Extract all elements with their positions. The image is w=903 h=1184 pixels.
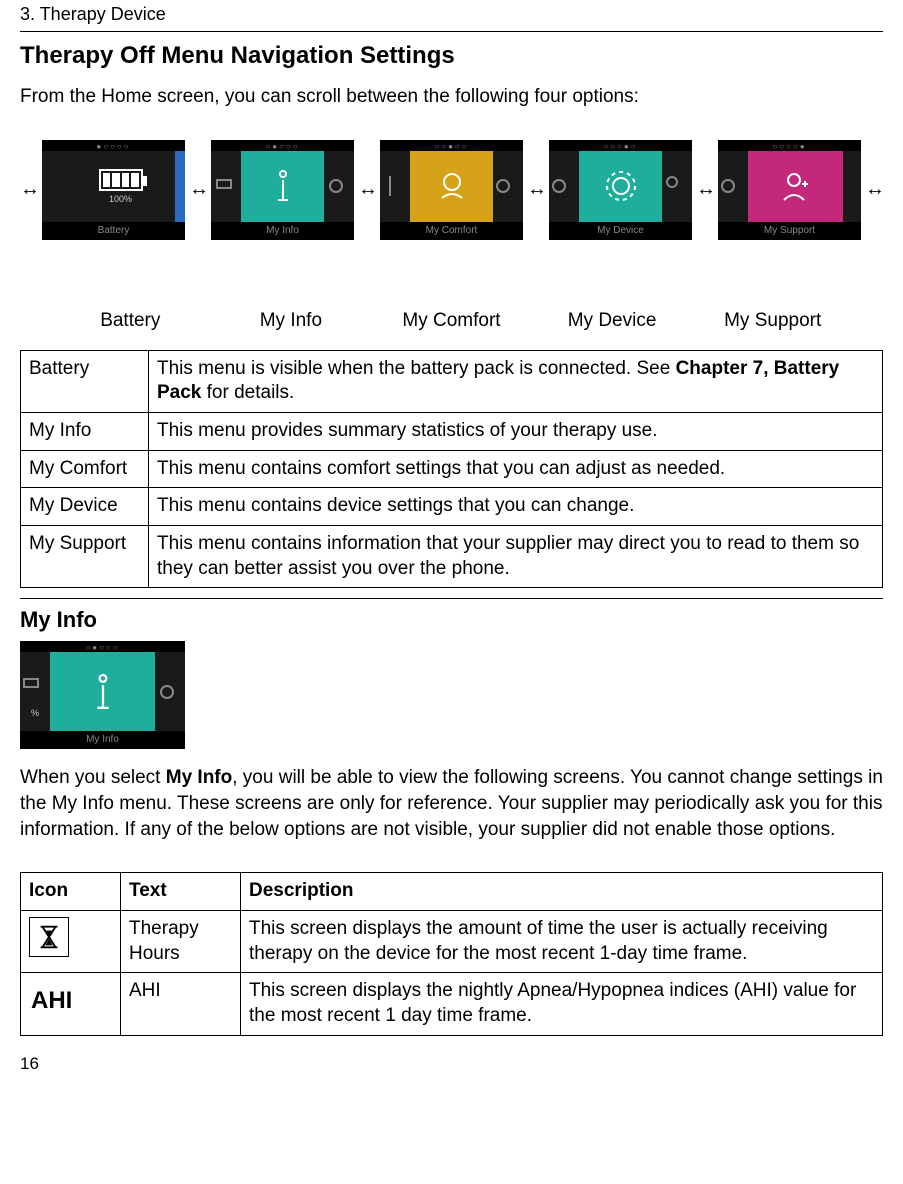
screen-battery: ●○○○○ 100% Battery <box>42 140 185 240</box>
info-peek-icon <box>380 166 410 206</box>
table-row: My Support This menu contains informatio… <box>21 526 883 588</box>
battery-percent: 100% <box>109 194 132 204</box>
cell-name: My Device <box>21 488 149 526</box>
page-dots: ○●○○○ <box>211 140 354 151</box>
page-dots: ●○○○○ <box>42 140 185 151</box>
page-dots: ○○○●○ <box>549 140 692 151</box>
th-icon: Icon <box>21 873 121 911</box>
screen-label-battery: Battery <box>42 222 185 240</box>
page-dots: ○○●○○ <box>380 140 523 151</box>
table-row: Therapy Hours This screen displays the a… <box>21 911 883 973</box>
cell-text: Therapy Hours <box>121 911 241 973</box>
cell-text: AHI <box>121 973 241 1035</box>
arrow-icon: ↔ <box>696 178 714 201</box>
screen-label-myinfo-small: My Info <box>20 731 185 749</box>
my-info-small-screen: ○●○○○ % My Info <box>20 641 185 749</box>
chapter-header: 3. Therapy Device <box>20 0 883 32</box>
table-row: My Info This menu provides summary stati… <box>21 413 883 451</box>
small-pct: % <box>31 708 39 718</box>
screens-row: ↔ ●○○○○ 100% Battery ↔ ○●○○○ <box>20 140 883 240</box>
screen-label-mycomfort: My Comfort <box>380 222 523 240</box>
intro-text: From the Home screen, you can scroll bet… <box>20 84 883 110</box>
info-icon <box>86 669 120 715</box>
screen-my-device: ○○○●○ My Device <box>549 140 692 240</box>
arrow-icon: ↔ <box>358 178 376 201</box>
comfort-peek-icon <box>155 672 185 712</box>
gear-icon <box>601 166 641 206</box>
page-dots: ○○○○● <box>718 140 861 151</box>
table-row: Battery This menu is visible when the ba… <box>21 350 883 412</box>
page-dots: ○●○○○ <box>20 641 185 652</box>
table-row: My Device This menu contains device sett… <box>21 488 883 526</box>
cell-name: My Support <box>21 526 149 588</box>
table-header-row: Icon Text Description <box>21 873 883 911</box>
page-number: 16 <box>20 1054 883 1074</box>
comfort-peek-icon <box>324 166 354 206</box>
caption-my-device: My Device <box>532 310 693 332</box>
caption-labels-row: Battery My Info My Comfort My Device My … <box>50 310 853 332</box>
cell-desc: This screen displays the amount of time … <box>241 911 883 973</box>
hourglass-icon <box>29 917 69 957</box>
arrow-icon: ↔ <box>527 178 545 201</box>
battery-icon <box>99 169 143 191</box>
cell-desc: This menu contains comfort settings that… <box>149 450 883 488</box>
caption-battery: Battery <box>50 310 211 332</box>
caption-my-support: My Support <box>692 310 853 332</box>
my-info-paragraph: When you select My Info, you will be abl… <box>20 765 883 842</box>
caption-my-info: My Info <box>211 310 372 332</box>
cell-name: My Comfort <box>21 450 149 488</box>
cell-desc: This menu contains device settings that … <box>149 488 883 526</box>
caption-my-comfort: My Comfort <box>371 310 532 332</box>
arrow-icon: ↔ <box>189 178 207 201</box>
cell-icon: AHI <box>21 973 121 1035</box>
cell-name: My Info <box>21 413 149 451</box>
th-text: Text <box>121 873 241 911</box>
screen-my-info: ○●○○○ My Info <box>211 140 354 240</box>
comfort-icon <box>432 166 472 206</box>
table-row: AHI AHI This screen displays the nightly… <box>21 973 883 1035</box>
arrow-icon: ↔ <box>865 178 883 201</box>
my-info-heading: My Info <box>20 607 883 633</box>
screen-my-support: ○○○○● My Support <box>718 140 861 240</box>
table-row: My Comfort This menu contains comfort se… <box>21 450 883 488</box>
screen-my-comfort: ○○●○○ My Comfort <box>380 140 523 240</box>
battery-small-icon <box>211 166 241 206</box>
menu-description-table: Battery This menu is visible when the ba… <box>20 350 883 589</box>
arrow-icon: ↔ <box>20 178 38 201</box>
screen-label-myinfo: My Info <box>211 222 354 240</box>
comfort-peek-icon <box>549 166 579 206</box>
info-icon <box>268 166 298 206</box>
cell-desc: This menu is visible when the battery pa… <box>149 350 883 412</box>
battery-small-icon <box>20 665 50 705</box>
cell-name: Battery <box>21 350 149 412</box>
cell-desc: This screen displays the nightly Apnea/H… <box>241 973 883 1035</box>
cell-desc: This menu contains information that your… <box>149 526 883 588</box>
screen-label-mysupport: My Support <box>718 222 861 240</box>
cell-desc: This menu provides summary statistics of… <box>149 413 883 451</box>
screen-label-mydevice: My Device <box>549 222 692 240</box>
icons-table: Icon Text Description Therapy Hours This… <box>20 872 883 1035</box>
device-peek-icon <box>493 166 523 206</box>
cell-icon <box>21 911 121 973</box>
support-peek-icon <box>662 166 692 206</box>
section-title: Therapy Off Menu Navigation Settings <box>20 42 883 70</box>
ahi-icon: AHI <box>29 979 112 1016</box>
th-desc: Description <box>241 873 883 911</box>
device-peek-icon <box>718 166 748 206</box>
support-icon <box>776 166 816 206</box>
